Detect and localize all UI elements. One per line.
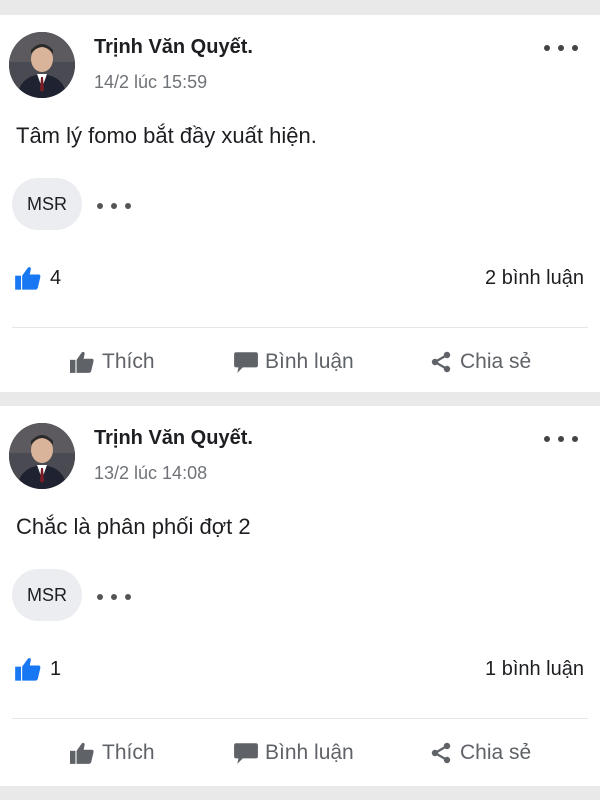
- comment-button[interactable]: Bình luận: [233, 342, 354, 382]
- comment-icon: [234, 352, 258, 373]
- tag-more-icon[interactable]: [97, 593, 131, 601]
- avatar[interactable]: [9, 32, 75, 98]
- like-summary[interactable]: 4: [14, 265, 61, 291]
- avatar-image: [9, 423, 75, 489]
- post-card: Trịnh Văn Quyết. 13/2 lúc 14:08 Chắc là …: [0, 406, 600, 786]
- share-button-label: Chia sẻ: [460, 741, 532, 764]
- divider: [12, 327, 588, 328]
- more-options-icon[interactable]: [544, 432, 578, 446]
- post-timestamp[interactable]: 13/2 lúc 14:08: [94, 463, 207, 484]
- like-button-label: Thích: [102, 741, 155, 764]
- divider: [12, 718, 588, 719]
- thumbs-up-icon: [70, 351, 94, 373]
- share-button-label: Chia sẻ: [460, 350, 532, 373]
- more-options-icon[interactable]: [544, 41, 578, 55]
- action-bar: Thích Bình luận Chia sẻ: [0, 733, 600, 773]
- avatar[interactable]: [9, 423, 75, 489]
- author-name[interactable]: Trịnh Văn Quyết.: [94, 427, 253, 450]
- like-button-label: Thích: [102, 350, 155, 373]
- comment-count-link[interactable]: 1 bình luận: [485, 658, 584, 681]
- post-timestamp[interactable]: 14/2 lúc 15:59: [94, 72, 207, 93]
- share-icon: [431, 351, 451, 373]
- author-name[interactable]: Trịnh Văn Quyết.: [94, 36, 253, 59]
- comment-button-label: Bình luận: [265, 350, 354, 373]
- like-button[interactable]: Thích: [68, 733, 155, 773]
- like-summary[interactable]: 1: [14, 656, 61, 682]
- stock-tag-chip[interactable]: MSR: [12, 569, 82, 621]
- comment-icon: [234, 743, 258, 764]
- like-count: 4: [50, 266, 62, 289]
- avatar-image: [9, 32, 75, 98]
- like-button[interactable]: Thích: [68, 342, 155, 382]
- thumbs-up-icon: [70, 742, 94, 764]
- post-content: Tâm lý fomo bắt đầy xuất hiện.: [16, 123, 317, 148]
- share-button[interactable]: Chia sẻ: [428, 733, 531, 773]
- share-icon: [431, 742, 451, 764]
- tag-more-icon[interactable]: [97, 202, 131, 210]
- comment-count-link[interactable]: 2 bình luận: [485, 267, 584, 290]
- thumbs-up-icon: [15, 658, 41, 681]
- stock-tag-chip[interactable]: MSR: [12, 178, 82, 230]
- post-content: Chắc là phân phối đợt 2: [16, 514, 251, 539]
- action-bar: Thích Bình luận Chia sẻ: [0, 342, 600, 382]
- thumbs-up-icon: [15, 267, 41, 290]
- post-card: Trịnh Văn Quyết. 14/2 lúc 15:59 Tâm lý f…: [0, 15, 600, 392]
- comment-button[interactable]: Bình luận: [233, 733, 354, 773]
- comment-button-label: Bình luận: [265, 741, 354, 764]
- like-count: 1: [50, 657, 62, 680]
- share-button[interactable]: Chia sẻ: [428, 342, 531, 382]
